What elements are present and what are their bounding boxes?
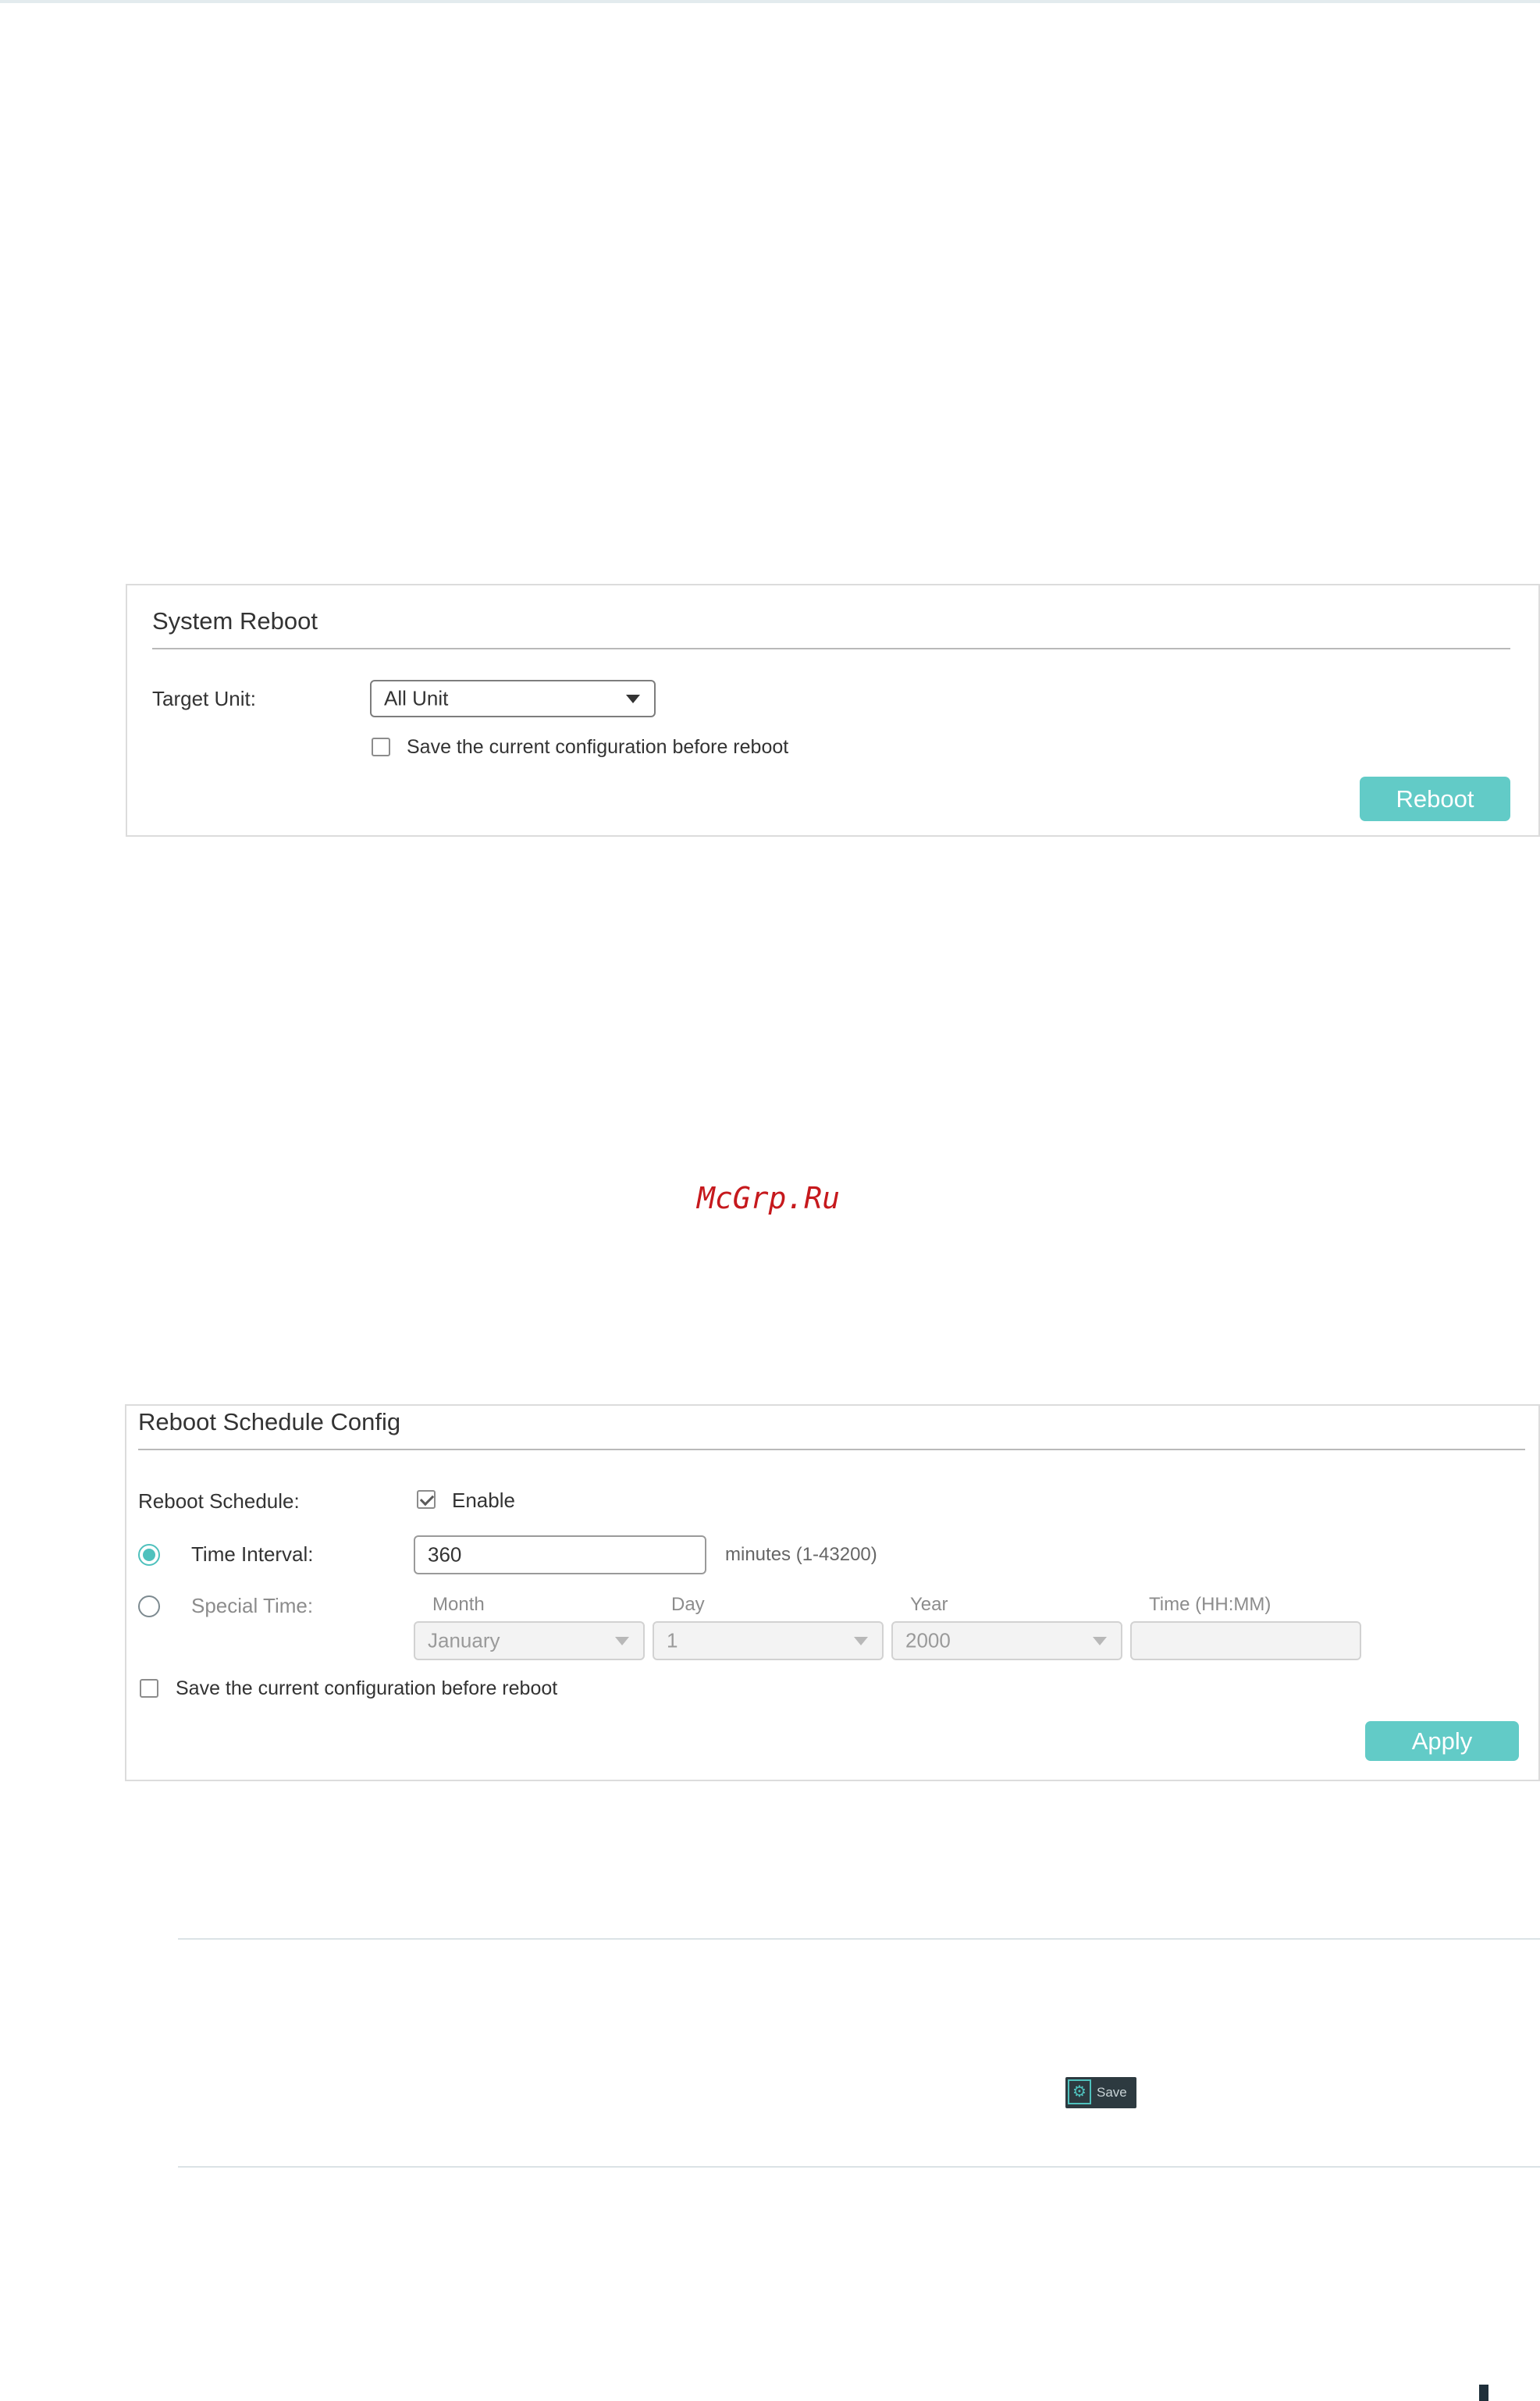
save-toolbar-label: Save xyxy=(1097,2085,1127,2100)
reboot-schedule-divider xyxy=(138,1449,1525,1450)
day-select[interactable]: 1 xyxy=(653,1621,884,1660)
chevron-down-icon xyxy=(626,695,640,703)
note-bottom-rule xyxy=(178,2166,1540,2168)
time-interval-radio[interactable] xyxy=(138,1544,160,1566)
month-value: January xyxy=(428,1628,500,1652)
special-time-radio[interactable] xyxy=(138,1595,160,1617)
time-input[interactable] xyxy=(1130,1621,1361,1660)
target-unit-select[interactable]: All Unit xyxy=(370,680,656,717)
system-reboot-title: System Reboot xyxy=(152,607,318,635)
year-value: 2000 xyxy=(905,1628,951,1652)
radio-selected-dot xyxy=(143,1549,155,1561)
chevron-down-icon xyxy=(1093,1637,1107,1645)
special-time-label: Special Time: xyxy=(191,1594,314,1617)
year-select[interactable]: 2000 xyxy=(891,1621,1122,1660)
reboot-save-config-checkbox[interactable] xyxy=(372,738,390,756)
top-rule xyxy=(0,0,1540,3)
save-config-toolbar-button: ⚙ Save xyxy=(1065,2077,1136,2108)
reboot-button-label: Reboot xyxy=(1396,784,1474,813)
reboot-save-config-label: Save the current configuration before re… xyxy=(407,736,789,758)
apply-button-label: Apply xyxy=(1411,1727,1473,1755)
schedule-enable-label: Enable xyxy=(452,1489,515,1512)
target-unit-label: Target Unit: xyxy=(152,687,256,710)
chevron-down-icon xyxy=(854,1637,868,1645)
time-header: Time (HH:MM) xyxy=(1149,1594,1271,1615)
reboot-schedule-label: Reboot Schedule: xyxy=(138,1489,300,1513)
time-interval-input[interactable]: 360 xyxy=(414,1535,706,1574)
time-interval-label: Time Interval: xyxy=(191,1542,314,1566)
watermark-text: McGrp.Ru xyxy=(697,1181,841,1215)
reboot-button[interactable]: Reboot xyxy=(1360,777,1510,821)
reboot-schedule-title: Reboot Schedule Config xyxy=(138,1408,401,1435)
time-interval-hint: minutes (1-43200) xyxy=(725,1544,877,1565)
system-reboot-panel: System Reboot Target Unit: All Unit Save… xyxy=(126,584,1540,837)
reboot-schedule-panel: Reboot Schedule Config Reboot Schedule: … xyxy=(125,1404,1540,1781)
target-unit-value: All Unit xyxy=(384,686,449,710)
gear-icon: ⚙ xyxy=(1068,2079,1091,2104)
schedule-save-config-label: Save the current configuration before re… xyxy=(176,1677,558,1699)
page-corner-mark xyxy=(1479,2385,1488,2401)
month-select[interactable]: January xyxy=(414,1621,645,1660)
note-top-rule xyxy=(178,1938,1540,1940)
schedule-save-config-checkbox[interactable] xyxy=(140,1679,158,1698)
checkmark-icon xyxy=(419,1491,435,1506)
system-reboot-divider xyxy=(152,648,1510,649)
time-interval-value: 360 xyxy=(428,1542,462,1567)
apply-button[interactable]: Apply xyxy=(1365,1721,1519,1761)
chevron-down-icon xyxy=(615,1637,629,1645)
year-header: Year xyxy=(910,1594,948,1615)
month-header: Month xyxy=(432,1594,485,1615)
day-value: 1 xyxy=(667,1628,678,1652)
schedule-enable-checkbox[interactable] xyxy=(417,1490,436,1509)
day-header: Day xyxy=(671,1594,705,1615)
